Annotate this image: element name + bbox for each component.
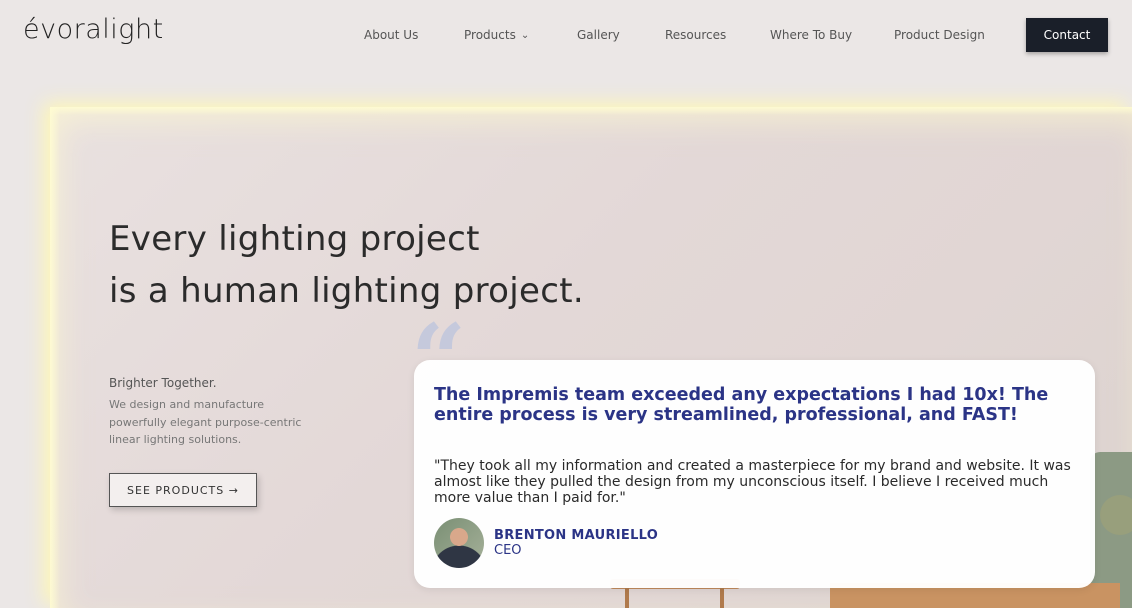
nav-product-design-label: Product Design xyxy=(894,28,985,42)
nav-resources-label: Resources xyxy=(665,28,727,42)
tagline-body: We design and manufacture powerfully ele… xyxy=(109,398,302,446)
plant-decoration xyxy=(1100,495,1132,535)
site-header: évoralight About Us Products ⌄ Gallery Re… xyxy=(0,0,1132,72)
nav-resources[interactable]: Resources xyxy=(665,28,726,42)
table-leg xyxy=(720,587,724,608)
light-glow-top xyxy=(50,107,1132,115)
hero-headline-line-2: is a human lighting project. xyxy=(109,271,584,311)
testimonial-quote: "They took all my information and create… xyxy=(434,458,1071,506)
nav-about-us-label: About Us xyxy=(364,28,419,42)
tagline-title: Brighter Together. xyxy=(109,376,217,390)
nav-product-design[interactable]: Product Design xyxy=(894,28,985,42)
testimonial-author-name: BRENTON MAURIELLO xyxy=(494,528,659,543)
main-nav: About Us Products ⌄ Gallery Resources Whe… xyxy=(0,0,1132,72)
testimonial-headline: The Impremis team exceeded any expectati… xyxy=(434,385,1049,425)
nav-where-to-buy[interactable]: Where To Buy xyxy=(770,28,852,42)
hero-headline-line-1: Every lighting project xyxy=(109,219,480,259)
testimonial-author-role: CEO xyxy=(494,543,522,558)
nav-about-us[interactable]: About Us xyxy=(364,28,418,42)
chevron-down-icon: ⌄ xyxy=(520,30,530,41)
hero-headline: Every lighting project is a human lighti… xyxy=(109,213,629,317)
nav-where-to-buy-label: Where To Buy xyxy=(770,28,853,42)
table-leg xyxy=(625,587,629,608)
contact-button[interactable]: Contact xyxy=(1026,18,1108,52)
nav-gallery-label: Gallery xyxy=(577,28,620,42)
see-products-button[interactable]: SEE PRODUCTS → xyxy=(109,473,257,507)
nav-products[interactable]: Products ⌄ xyxy=(464,28,529,42)
avatar xyxy=(434,518,484,568)
nav-products-label: Products xyxy=(464,28,516,42)
testimonial-card: The Impremis team exceeded any expectati… xyxy=(414,360,1095,588)
light-glow-left xyxy=(50,107,60,608)
nav-gallery[interactable]: Gallery xyxy=(577,28,620,42)
